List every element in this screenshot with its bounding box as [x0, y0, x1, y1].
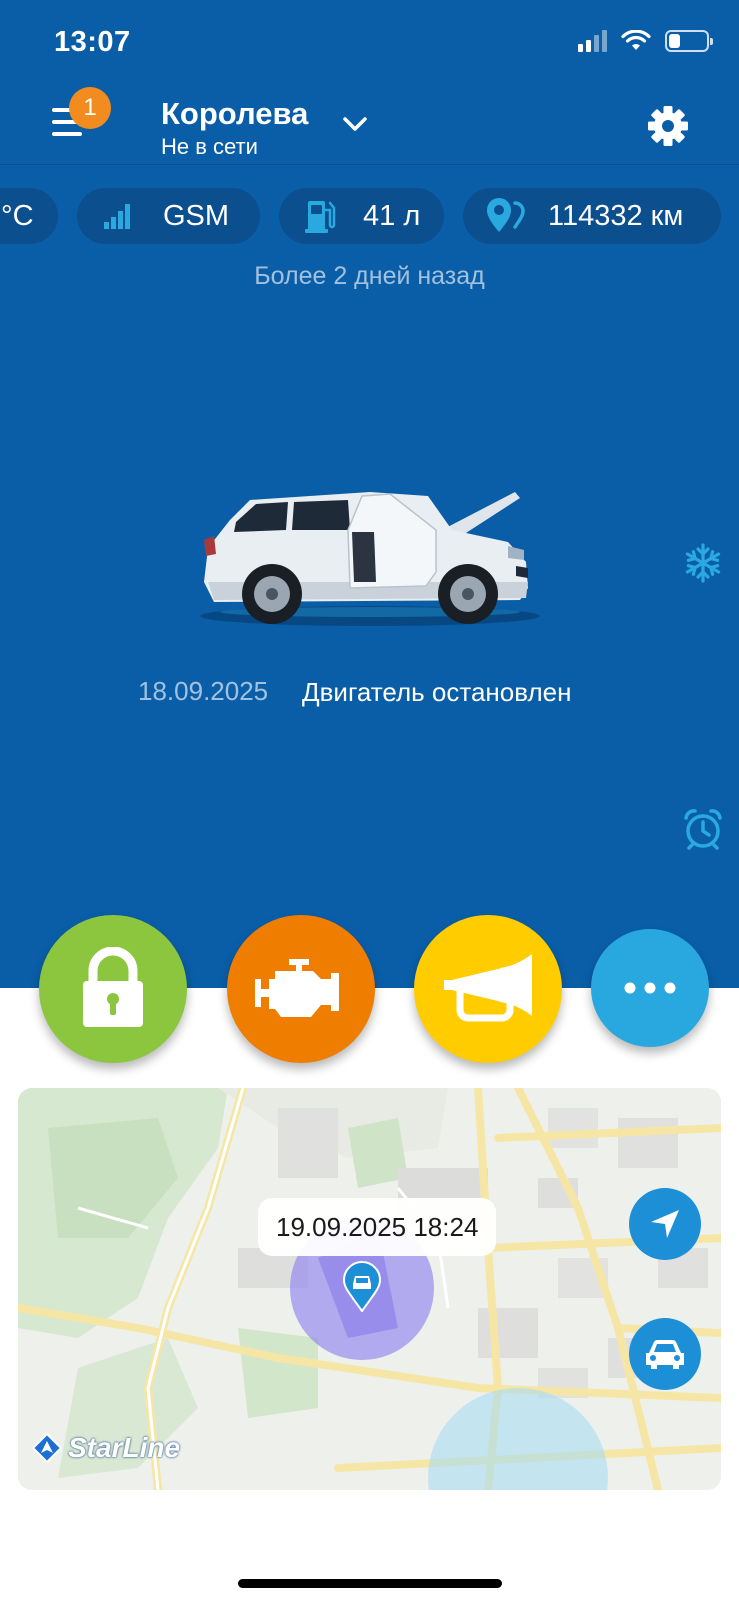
status-icons: [578, 30, 713, 52]
cellular-signal-icon: [578, 30, 607, 52]
mileage-chip[interactable]: 114332 км: [463, 188, 721, 244]
gear-icon[interactable]: [646, 104, 690, 148]
notification-badge[interactable]: 1: [69, 87, 111, 129]
home-indicator[interactable]: [238, 1579, 502, 1588]
engine-status-text: Двигатель остановлен: [302, 677, 572, 707]
map-view[interactable]: 19.09.2025 18:24 StarLine: [18, 1088, 721, 1490]
car-icon: [646, 1340, 684, 1369]
header-divider: [0, 164, 739, 165]
starline-logo-icon: [32, 1433, 62, 1463]
fuel-chip[interactable]: 41 л: [279, 188, 444, 244]
battery-icon: [665, 30, 713, 52]
status-time: 13:07: [54, 26, 131, 58]
car-location-marker-icon[interactable]: [342, 1260, 382, 1312]
horn-icon: [444, 954, 532, 1022]
engine-status-date: 18.09.2025: [138, 676, 269, 706]
car-suv-doors-open-image: [200, 492, 540, 626]
battery-level: [669, 34, 680, 48]
fuel-pump-icon: [305, 201, 336, 233]
starline-brand-text: StarLine: [68, 1432, 181, 1463]
navigation-arrow-icon: [651, 1210, 679, 1238]
connection-status: Не в сети: [161, 134, 258, 159]
alarm-clock-icon[interactable]: [682, 808, 724, 850]
position-time-label: 19.09.2025 18:24: [258, 1198, 497, 1256]
mileage-label: 114332 км: [548, 199, 684, 232]
lock-button[interactable]: [39, 915, 187, 1063]
gsm-chip[interactable]: GSM: [77, 188, 260, 244]
car-name[interactable]: Королева: [161, 96, 308, 132]
lock-icon: [83, 947, 143, 1027]
gsm-label: GSM: [163, 199, 230, 232]
last-update-text: Более 2 дней назад: [254, 262, 485, 290]
signal-strength-icon: [104, 204, 130, 229]
temperature-label: °C: [1, 199, 34, 232]
snowflake-icon[interactable]: [683, 543, 723, 583]
chevron-down-icon[interactable]: [340, 112, 370, 136]
more-dots-icon: [624, 982, 676, 994]
car-image[interactable]: [190, 470, 560, 640]
horn-button[interactable]: [414, 915, 562, 1063]
temperature-chip[interactable]: °C: [0, 188, 58, 244]
odometer-pin-icon: [487, 198, 525, 232]
show-car-button[interactable]: [629, 1318, 701, 1390]
wifi-icon: [621, 30, 651, 50]
locate-me-button[interactable]: [629, 1188, 701, 1260]
fuel-label: 41 л: [363, 199, 421, 232]
starline-logo: StarLine: [32, 1432, 180, 1464]
more-button[interactable]: [591, 929, 709, 1047]
engine-icon: [255, 959, 339, 1017]
engine-start-button[interactable]: [227, 915, 375, 1063]
